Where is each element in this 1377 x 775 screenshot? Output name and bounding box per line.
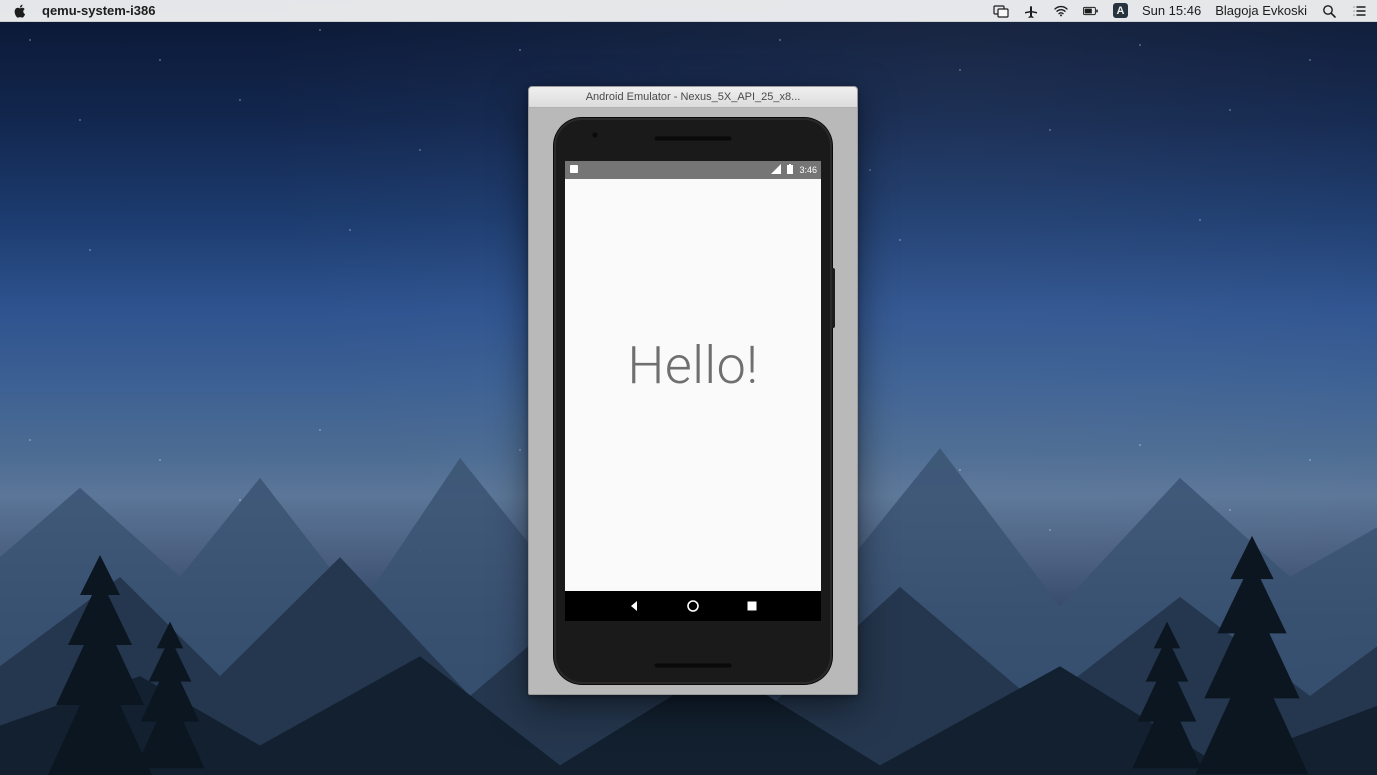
screen-share-icon[interactable] [993, 3, 1009, 19]
menubar-clock[interactable]: Sun 15:46 [1142, 3, 1201, 18]
android-back-button[interactable] [616, 591, 652, 621]
spotlight-icon[interactable] [1321, 3, 1337, 19]
notification-center-icon[interactable] [1351, 3, 1367, 19]
input-source-icon[interactable]: A [1113, 3, 1128, 18]
menubar-app-name[interactable]: qemu-system-i386 [42, 3, 155, 18]
airplane-mode-icon[interactable] [1023, 3, 1039, 19]
android-home-button[interactable] [675, 591, 711, 621]
android-recents-button[interactable] [734, 591, 770, 621]
macos-menubar: qemu-system-i386 A Sun 15:46 Blagoja Evk… [0, 0, 1377, 22]
emulator-window[interactable]: Android Emulator - Nexus_5X_API_25_x8... [528, 86, 858, 695]
android-statusbar-time: 3:46 [799, 165, 817, 175]
android-notification-icon [569, 164, 579, 176]
apple-menu-icon[interactable] [12, 3, 28, 19]
phone-front-camera [592, 132, 598, 138]
emulator-window-body: 3:46 Hello! [529, 108, 857, 694]
android-hello-text: Hello! [628, 335, 759, 396]
phone-frame: 3:46 Hello! [554, 118, 832, 684]
phone-bottom-speaker [654, 663, 732, 668]
phone-earpiece [654, 136, 732, 141]
android-status-bar[interactable]: 3:46 [565, 161, 821, 179]
android-battery-icon [785, 164, 795, 176]
emulator-window-title: Android Emulator - Nexus_5X_API_25_x8... [586, 91, 801, 103]
android-app-content[interactable]: Hello! [565, 179, 821, 591]
menubar-username[interactable]: Blagoja Evkoski [1215, 3, 1307, 18]
android-screen[interactable]: 3:46 Hello! [565, 161, 821, 621]
phone-power-button [832, 268, 835, 328]
android-navigation-bar [565, 591, 821, 621]
wifi-icon[interactable] [1053, 3, 1069, 19]
battery-icon[interactable] [1083, 3, 1099, 19]
android-signal-icon [771, 164, 781, 176]
emulator-window-titlebar[interactable]: Android Emulator - Nexus_5X_API_25_x8... [529, 87, 857, 108]
